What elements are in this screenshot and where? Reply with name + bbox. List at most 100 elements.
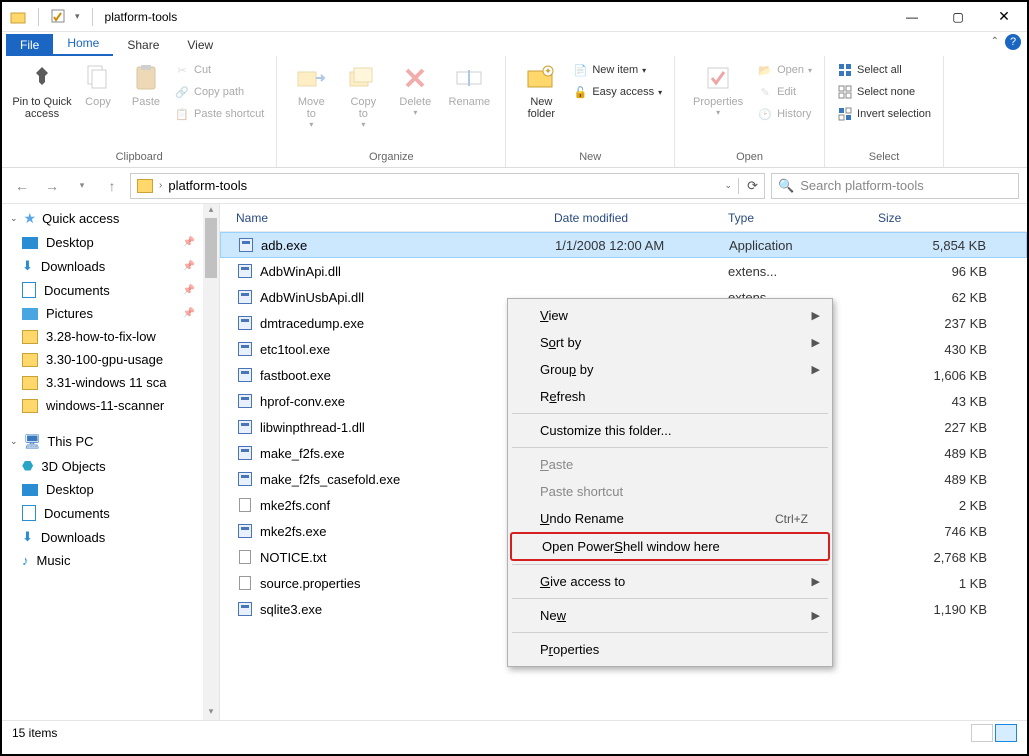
nav-folder-1[interactable]: 3.28-how-to-fix-low	[2, 325, 203, 348]
collapse-ribbon-icon[interactable]: ⌃	[991, 36, 999, 47]
search-input[interactable]: 🔍 Search platform-tools	[771, 173, 1019, 199]
edit-button[interactable]: ✎Edit	[753, 82, 816, 102]
history-button[interactable]: 🕑History	[753, 104, 816, 124]
col-name[interactable]: Name	[236, 211, 554, 225]
nav-pc-desktop[interactable]: Desktop	[2, 478, 203, 501]
col-date[interactable]: Date modified	[554, 211, 728, 225]
chevron-right-icon[interactable]: ›	[159, 180, 162, 191]
ctx-give-access[interactable]: Give access to▶	[510, 568, 830, 595]
nav-up-button[interactable]: ↑	[100, 174, 124, 198]
copy-path-button[interactable]: 🔗Copy path	[170, 82, 268, 102]
file-size: 1,606 KB	[878, 368, 1027, 383]
invert-selection-button[interactable]: Invert selection	[833, 104, 935, 124]
select-none-button[interactable]: Select none	[833, 82, 935, 102]
breadcrumb-item[interactable]: platform-tools	[168, 178, 247, 193]
group-clipboard-label: Clipboard	[10, 149, 268, 167]
close-button[interactable]	[981, 2, 1027, 32]
newfolder-icon: ✦	[525, 62, 557, 94]
view-details-button[interactable]	[971, 724, 993, 742]
history-icon: 🕑	[757, 106, 773, 122]
ctx-undo[interactable]: Undo RenameCtrl+Z	[510, 505, 830, 532]
copy-button[interactable]: Copy	[74, 58, 122, 149]
cut-icon: ✂	[174, 62, 190, 78]
delete-button[interactable]: Delete▾	[389, 58, 441, 149]
qat-props-icon[interactable]	[51, 9, 67, 25]
ctx-view[interactable]: View▶	[510, 302, 830, 329]
chevron-right-icon: ▶	[812, 363, 820, 376]
file-row[interactable]: AdbWinApi.dll extens... 96 KB	[220, 258, 1027, 284]
copy-to-button[interactable]: Copy to▾	[337, 58, 389, 149]
nav-pictures[interactable]: Pictures	[2, 302, 203, 325]
ctx-paste[interactable]: Paste	[510, 451, 830, 478]
ctx-sort-by[interactable]: Sort by▶	[510, 329, 830, 356]
status-bar: 15 items	[2, 720, 1027, 744]
file-size: 237 KB	[878, 316, 1027, 331]
view-icons-button[interactable]	[995, 724, 1017, 742]
help-icon[interactable]: ?	[1005, 34, 1021, 50]
refresh-button[interactable]: ⟳	[738, 178, 758, 194]
3d-icon: ⬣	[22, 458, 33, 474]
cut-button[interactable]: ✂Cut	[170, 60, 268, 80]
open-button[interactable]: 📂Open ▾	[753, 60, 816, 80]
ctx-paste-shortcut[interactable]: Paste shortcut	[510, 478, 830, 505]
column-headers[interactable]: Name Date modified Type Size	[220, 204, 1027, 232]
easy-access-button[interactable]: 🔓Easy access ▾	[568, 82, 666, 102]
nav-downloads[interactable]: ⬇Downloads	[2, 254, 203, 278]
new-item-button[interactable]: 📄New item ▾	[568, 60, 666, 80]
paste-shortcut-button[interactable]: 📋Paste shortcut	[170, 104, 268, 124]
pasteshortcut-icon: 📋	[174, 106, 190, 122]
nav-this-pc[interactable]: ⌄🖥This PC	[2, 427, 203, 454]
downloads-icon: ⬇	[22, 258, 33, 274]
file-icon	[236, 445, 254, 461]
nav-pc-downloads[interactable]: ⬇Downloads	[2, 525, 203, 549]
desktop-icon	[22, 484, 38, 496]
nav-folder-3[interactable]: 3.31-windows 11 sca	[2, 371, 203, 394]
tab-file[interactable]: File	[6, 34, 53, 56]
nav-3d-objects[interactable]: ⬣3D Objects	[2, 454, 203, 478]
file-row[interactable]: adb.exe 1/1/2008 12:00 AM Application 5,…	[220, 232, 1027, 258]
nav-quick-access[interactable]: ⌄★Quick access	[2, 204, 203, 231]
address-bar: ← → ▾ ↑ › platform-tools ⌄ ⟳ 🔍 Search pl…	[2, 168, 1027, 204]
chevron-down-icon[interactable]: ⌄	[725, 180, 733, 191]
file-size: 489 KB	[878, 446, 1027, 461]
tab-share[interactable]: Share	[113, 34, 173, 56]
select-all-button[interactable]: Select all	[833, 60, 935, 80]
breadcrumb[interactable]: › platform-tools ⌄ ⟳	[130, 173, 765, 199]
nav-desktop[interactable]: Desktop	[2, 231, 203, 254]
nav-scrollbar[interactable]: ▴▾	[203, 204, 219, 720]
ctx-group-by[interactable]: Group by▶	[510, 356, 830, 383]
tab-home[interactable]: Home	[53, 32, 113, 56]
paste-button[interactable]: Paste	[122, 58, 170, 149]
ctx-refresh[interactable]: Refresh	[510, 383, 830, 410]
nav-documents[interactable]: Documents	[2, 278, 203, 302]
col-size[interactable]: Size	[878, 211, 1027, 225]
tab-view[interactable]: View	[173, 34, 227, 56]
nav-folder-4[interactable]: windows-11-scanner	[2, 394, 203, 417]
pin-quick-access-button[interactable]: Pin to Quick access	[10, 58, 74, 149]
group-new-label: New	[514, 149, 666, 167]
nav-back-button[interactable]: ←	[10, 174, 34, 198]
col-type[interactable]: Type	[728, 211, 878, 225]
minimize-button[interactable]	[889, 2, 935, 32]
window-title: platform-tools	[105, 10, 178, 24]
downloads-icon: ⬇	[22, 529, 33, 545]
ctx-new[interactable]: New▶	[510, 602, 830, 629]
nav-forward-button[interactable]: →	[40, 174, 64, 198]
qat-dropdown-icon[interactable]: ▾	[75, 11, 80, 22]
pictures-icon	[22, 308, 38, 320]
ctx-customize[interactable]: Customize this folder...	[510, 417, 830, 444]
rename-button[interactable]: Rename	[441, 58, 497, 149]
properties-button[interactable]: Properties▾	[683, 58, 753, 149]
file-size: 2,768 KB	[878, 550, 1027, 565]
move-to-button[interactable]: Move to▾	[285, 58, 337, 149]
nav-pc-documents[interactable]: Documents	[2, 501, 203, 525]
file-icon	[236, 315, 254, 331]
ctx-open-powershell[interactable]: Open PowerShell window here	[510, 532, 830, 561]
nav-pc-music[interactable]: ♪Music	[2, 549, 203, 572]
file-icon	[236, 497, 254, 513]
maximize-button[interactable]	[935, 2, 981, 32]
nav-folder-2[interactable]: 3.30-100-gpu-usage	[2, 348, 203, 371]
ctx-properties[interactable]: Properties	[510, 636, 830, 663]
new-folder-button[interactable]: ✦New folder	[514, 58, 568, 149]
nav-recent-button[interactable]: ▾	[70, 174, 94, 198]
